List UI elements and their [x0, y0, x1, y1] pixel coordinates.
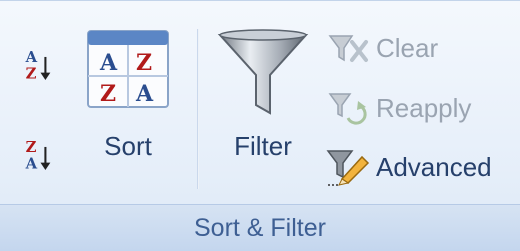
sort-z-to-a-icon: Z A [25, 139, 51, 172]
sort-button-label: Sort [104, 131, 152, 161]
svg-text:Z: Z [136, 50, 152, 76]
svg-text:A: A [135, 81, 154, 107]
svg-text:A: A [99, 50, 118, 76]
sort-filter-ribbon-group: A Z Z A A Z Z A Sort Filter Clear Reappl… [0, 0, 520, 251]
sort-button[interactable]: A Z Z A Sort [80, 25, 176, 165]
clear-button[interactable]: Clear [326, 25, 438, 71]
group-caption: Sort & Filter [0, 204, 520, 251]
advanced-button-label: Advanced [376, 151, 492, 182]
filter-button-label: Filter [234, 131, 292, 161]
sort-z-to-a-button[interactable]: Z A [24, 131, 52, 181]
sort-dialog-icon: A Z Z A [87, 30, 169, 108]
reapply-filter-icon [328, 93, 367, 125]
sort-az-top-letter: A [25, 49, 38, 66]
clear-button-label: Clear [376, 32, 439, 63]
advanced-filter-icon [326, 150, 370, 186]
sort-za-bottom-letter: A [25, 155, 38, 172]
advanced-button[interactable]: Advanced [326, 144, 492, 190]
reapply-button-label: Reapply [376, 92, 472, 123]
group-separator [197, 29, 199, 189]
sort-za-top-letter: Z [26, 139, 37, 156]
group-caption-text: Sort & Filter [194, 213, 326, 242]
filter-button[interactable]: Filter [208, 25, 318, 165]
reapply-button[interactable]: Reapply [326, 85, 471, 131]
sort-a-to-z-icon: A Z [25, 49, 51, 82]
sort-az-bottom-letter: Z [26, 65, 37, 82]
funnel-icon [217, 29, 309, 115]
svg-text:Z: Z [100, 81, 116, 107]
sort-a-to-z-button[interactable]: A Z [24, 41, 52, 91]
clear-filter-icon [328, 35, 368, 62]
